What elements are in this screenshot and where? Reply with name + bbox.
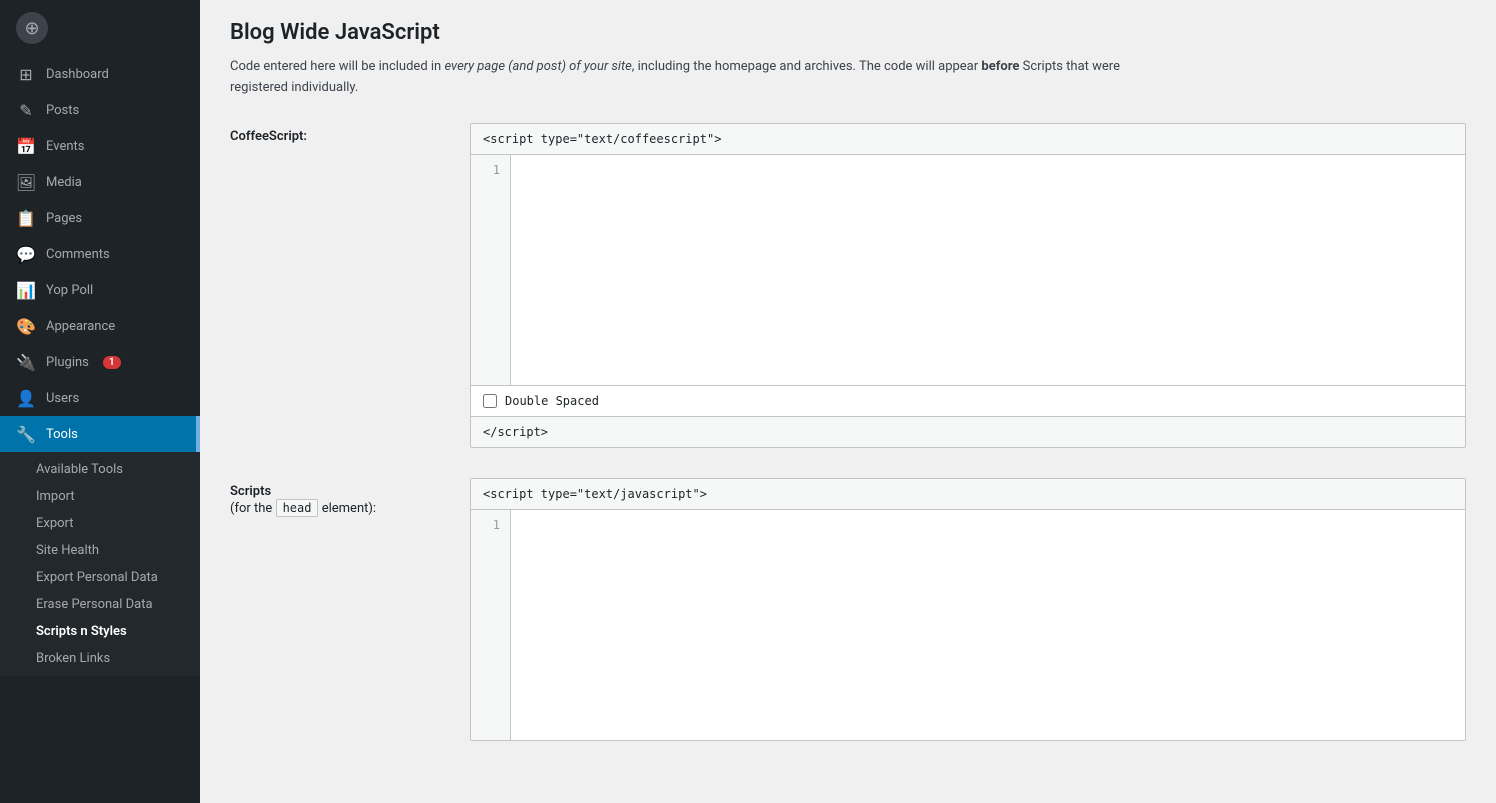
sidebar-item-label: Events	[46, 139, 84, 154]
sidebar-item-broken-links[interactable]: Broken Links	[0, 645, 200, 672]
double-spaced-label: Double Spaced	[505, 394, 599, 408]
sidebar-item-dashboard[interactable]: ⊞ Dashboard	[0, 56, 200, 92]
scripts-head-label: Scripts (for the head element):	[230, 478, 450, 517]
double-spaced-checkbox[interactable]	[483, 394, 497, 408]
sidebar-item-label: Users	[46, 391, 79, 406]
coffeescript-body: 1	[471, 155, 1465, 385]
sidebar-item-label: Plugins	[46, 355, 89, 370]
yop-poll-icon: 📊	[16, 280, 36, 300]
sidebar-item-label: Yop Poll	[46, 283, 93, 298]
sidebar-item-label: Appearance	[46, 319, 115, 334]
sidebar-item-label: Dashboard	[46, 67, 109, 82]
posts-icon: ✎	[16, 100, 36, 120]
events-icon: 📅	[16, 136, 36, 156]
coffeescript-footer: </script>	[471, 417, 1465, 447]
sidebar-item-appearance[interactable]: 🎨 Appearance	[0, 308, 200, 344]
coffeescript-line-numbers: 1	[471, 155, 511, 385]
coffeescript-label: CoffeeScript:	[230, 123, 450, 144]
sidebar-item-export-personal-data[interactable]: Export Personal Data	[0, 564, 200, 591]
coffeescript-editor: <script type="text/coffeescript"> 1 Doub…	[470, 123, 1466, 448]
scripts-head-header: <script type="text/javascript">	[471, 479, 1465, 510]
scripts-head-line-numbers: 1	[471, 510, 511, 740]
sidebar: ⊕ ⊞ Dashboard ✎ Posts 📅 Events 🖼 Media 📋…	[0, 0, 200, 803]
sidebar-item-site-health[interactable]: Site Health	[0, 537, 200, 564]
scripts-head-label-sub: (for the head element):	[230, 501, 376, 516]
page-title: Blog Wide JavaScript	[230, 20, 1466, 45]
plugins-badge: 1	[103, 356, 121, 369]
scripts-head-textarea[interactable]	[511, 510, 1465, 740]
pages-icon: 📋	[16, 208, 36, 228]
sidebar-logo: ⊕	[0, 0, 200, 56]
sidebar-item-label: Media	[46, 175, 82, 190]
coffeescript-checkbox-row: Double Spaced	[471, 385, 1465, 417]
sidebar-item-media[interactable]: 🖼 Media	[0, 164, 200, 200]
sidebar-item-available-tools[interactable]: Available Tools	[0, 456, 200, 483]
sidebar-item-events[interactable]: 📅 Events	[0, 128, 200, 164]
media-icon: 🖼	[16, 172, 36, 192]
sidebar-item-erase-personal-data[interactable]: Erase Personal Data	[0, 591, 200, 618]
users-icon: 👤	[16, 388, 36, 408]
scripts-head-body: 1	[471, 510, 1465, 740]
scripts-head-row: Scripts (for the head element): <script …	[230, 478, 1466, 741]
main-content: Blog Wide JavaScript Code entered here w…	[200, 0, 1496, 803]
sidebar-item-comments[interactable]: 💬 Comments	[0, 236, 200, 272]
sidebar-item-users[interactable]: 👤 Users	[0, 380, 200, 416]
coffeescript-row: CoffeeScript: <script type="text/coffees…	[230, 123, 1466, 448]
head-badge: head	[276, 499, 319, 517]
page-description: Code entered here will be included in ev…	[230, 57, 1130, 99]
sidebar-item-posts[interactable]: ✎ Posts	[0, 92, 200, 128]
dashboard-icon: ⊞	[16, 64, 36, 84]
sidebar-item-label: Tools	[46, 427, 78, 442]
coffeescript-textarea[interactable]	[511, 155, 1465, 385]
sidebar-item-yop-poll[interactable]: 📊 Yop Poll	[0, 272, 200, 308]
sidebar-item-label: Comments	[46, 247, 110, 262]
sidebar-item-plugins[interactable]: 🔌 Plugins 1	[0, 344, 200, 380]
wp-logo-icon: ⊕	[16, 12, 48, 44]
sidebar-item-pages[interactable]: 📋 Pages	[0, 200, 200, 236]
tools-submenu: Available Tools Import Export Site Healt…	[0, 452, 200, 676]
scripts-head-editor: <script type="text/javascript"> 1	[470, 478, 1466, 741]
coffeescript-header: <script type="text/coffeescript">	[471, 124, 1465, 155]
plugins-icon: 🔌	[16, 352, 36, 372]
tools-icon: 🔧	[16, 424, 36, 444]
sidebar-item-label: Pages	[46, 211, 82, 226]
sidebar-item-import[interactable]: Import	[0, 483, 200, 510]
sidebar-item-tools[interactable]: 🔧 Tools	[0, 416, 200, 452]
sidebar-item-scripts-n-styles[interactable]: Scripts n Styles	[0, 618, 200, 645]
comments-icon: 💬	[16, 244, 36, 264]
sidebar-item-label: Posts	[46, 103, 79, 118]
sidebar-item-export[interactable]: Export	[0, 510, 200, 537]
appearance-icon: 🎨	[16, 316, 36, 336]
